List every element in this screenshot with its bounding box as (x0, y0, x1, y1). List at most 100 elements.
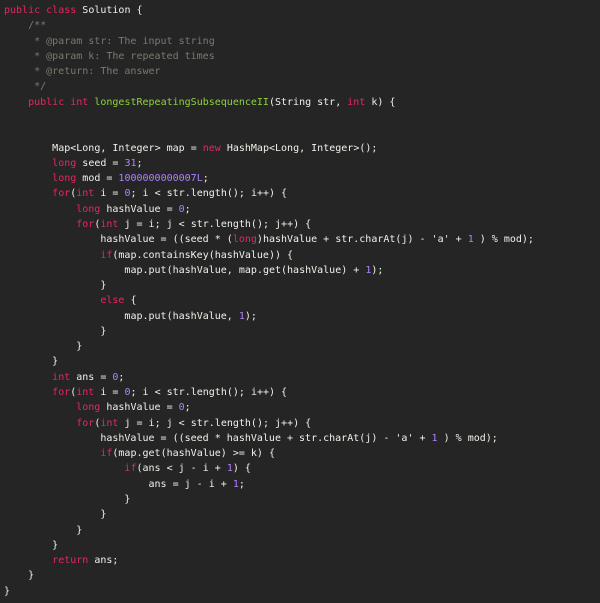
code-token: charAt (323, 432, 360, 444)
code-token: ans (142, 463, 161, 475)
code-line: long hashValue = 0; (4, 202, 534, 217)
code-token: Long (275, 142, 300, 154)
code-token: = (106, 188, 125, 200)
code-token: map (118, 448, 137, 460)
code-token: length (214, 218, 251, 230)
code-token: , (226, 264, 239, 276)
code-token: < (172, 417, 191, 429)
code-token: ) % (473, 234, 504, 246)
code-token: = (130, 417, 149, 429)
keyword: long (52, 157, 77, 169)
code-token: * (208, 432, 227, 444)
code-token: = (160, 402, 179, 414)
code-line: } (4, 278, 534, 293)
code-token: str (190, 218, 209, 230)
code-token: + (214, 478, 233, 490)
code-token: { (124, 295, 137, 307)
code-token: seed (184, 432, 209, 444)
code-line: for(int i = 0; i < str.length(); i++) { (4, 186, 534, 201)
code-line: } (4, 568, 534, 583)
code-line: } (4, 492, 534, 507)
code-token: String (274, 96, 312, 108)
code-token: ); (521, 234, 534, 246)
code-token: ; (154, 417, 167, 429)
code-token: HashMap (226, 142, 269, 154)
code-token: } (4, 539, 59, 551)
code-token: hashValue (172, 310, 227, 322)
code-token: ) % (437, 432, 468, 444)
code-line: for(int i = 0; i < str.length(); i++) { (4, 385, 534, 400)
code-token: hashValue (106, 203, 161, 215)
code-token: } (4, 280, 107, 292)
code-editor[interactable]: public class Solution { /** * @param str… (4, 3, 534, 599)
code-token: seed (82, 157, 107, 169)
comment: */ (4, 81, 47, 93)
code-token: , (226, 310, 239, 322)
code-token: str (166, 188, 185, 200)
code-line: else { (4, 293, 534, 308)
code-line: } (4, 538, 534, 553)
code-token: put (148, 264, 167, 276)
code-line: Map<Long, Integer> map = new HashMap<Lon… (4, 141, 534, 156)
code-line: return ans; (4, 553, 534, 568)
code-token: } (4, 570, 35, 582)
code-line: long mod = 1000000000007L; (4, 171, 534, 186)
keyword: if (124, 463, 137, 475)
keyword: if (100, 448, 113, 460)
keyword: int (76, 188, 95, 200)
code-token: } (4, 325, 107, 337)
comment: /** (4, 20, 47, 32)
code-token: ) { (256, 448, 275, 460)
keyword: int (100, 417, 119, 429)
code-token: str (299, 432, 318, 444)
code-token: = (( (154, 432, 185, 444)
code-line: ​ (4, 125, 534, 140)
code-token: Integer (112, 142, 155, 154)
code-token: Map (52, 142, 71, 154)
code-token: ) - ' (371, 432, 402, 444)
code-token: ++) { (281, 218, 312, 230)
code-token: (); (226, 387, 251, 399)
code-line: * @param k: The repeated times (4, 49, 534, 64)
code-line: * @return: The answer (4, 64, 534, 79)
code-token: hashValue (172, 264, 227, 276)
code-token: ans (148, 478, 167, 490)
code-token: get (262, 264, 281, 276)
code-token: ) { (232, 463, 251, 475)
code-token: (); (250, 417, 276, 429)
code-line: for(int j = i; j < str.length(); j++) { (4, 217, 534, 232)
comment: * @return: The answer (4, 66, 161, 78)
code-line: ​ (4, 110, 534, 125)
code-token: , (335, 96, 348, 108)
code-token: ; (184, 402, 191, 414)
code-token: < (160, 463, 179, 475)
code-token: } (4, 341, 83, 353)
keyword: public (28, 96, 65, 108)
code-token: = (166, 478, 185, 490)
code-token: = (( (154, 234, 185, 246)
code-token: ++) { (256, 387, 288, 399)
keyword: long (232, 234, 257, 246)
code-token: hashValue (287, 264, 342, 276)
code-line: * @param str: The input string (4, 34, 534, 49)
code-token: , (100, 142, 113, 154)
keyword: return (52, 555, 89, 567)
code-line: } (4, 354, 534, 369)
code-token: } (4, 356, 59, 368)
code-token: ans (76, 371, 95, 383)
code-token: * ( (208, 234, 233, 246)
code-token: ; (184, 203, 191, 215)
code-token: seed (184, 234, 209, 246)
keyword: for (52, 387, 71, 399)
number-literal: 1000000000007L (118, 173, 203, 185)
code-token: ; (130, 387, 143, 399)
code-token: = (106, 157, 125, 169)
